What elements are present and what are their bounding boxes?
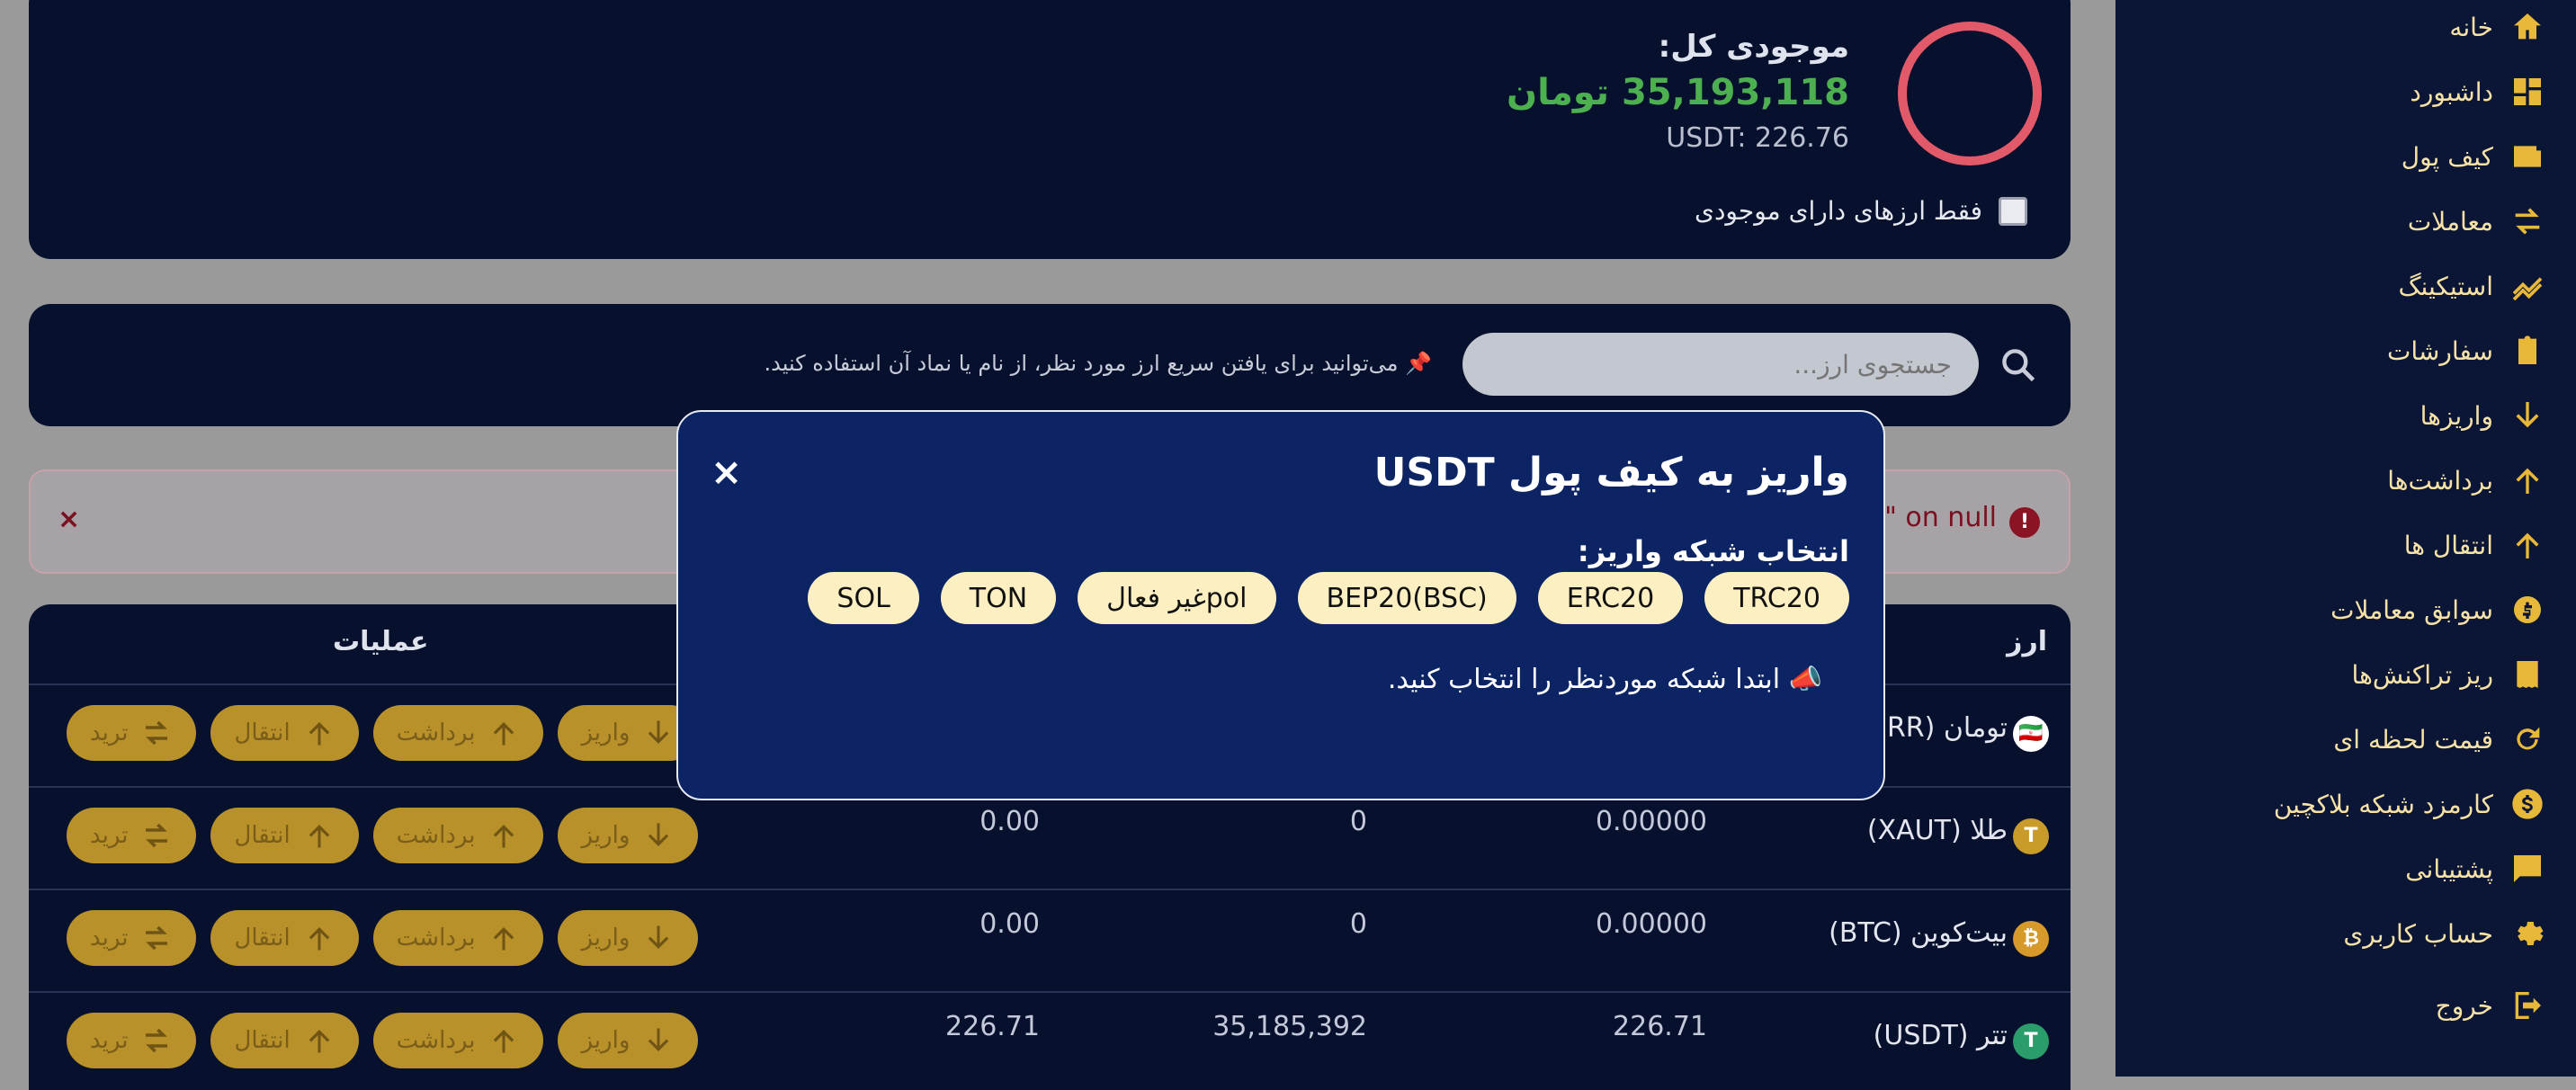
sidebar-item-label: خروج bbox=[2435, 990, 2493, 1021]
sidebar-item-label: خانه bbox=[2449, 12, 2493, 42]
sidebar-item-15[interactable]: خروج bbox=[2436, 980, 2545, 1031]
home-icon bbox=[2514, 13, 2541, 40]
sidebar-item-label: واریزها bbox=[2419, 400, 2493, 431]
logout-icon bbox=[2515, 992, 2541, 1019]
wallet-icon bbox=[2514, 146, 2541, 167]
clipboard-icon bbox=[2518, 335, 2536, 364]
sidebar-item-label: استیکینگ bbox=[2398, 271, 2493, 301]
arrow-up-icon bbox=[2516, 532, 2539, 558]
arrow-up-icon bbox=[2516, 468, 2539, 494]
sidebar-item-10[interactable]: ریز تراکنش‌ها bbox=[2352, 649, 2545, 700]
sidebar-item-0[interactable]: خانه bbox=[2449, 2, 2545, 52]
network-option[interactable]: BEP20(BSC) bbox=[1297, 572, 1516, 624]
sidebar-item-label: قیمت لحظه ای bbox=[2333, 724, 2493, 755]
sidebar-item-label: سوابق معاملات bbox=[2330, 594, 2493, 625]
main-content: موجودی کل: 35,193,118 تومان USDT: 226.76… bbox=[0, 0, 2096, 1090]
sidebar-item-label: معاملات bbox=[2407, 206, 2493, 237]
sidebar-item-12[interactable]: کارمزد شبکه بلاکچین bbox=[2274, 779, 2545, 829]
sidebar-item-label: داشبورد bbox=[2410, 76, 2493, 107]
deposit-modal: واریز به کیف پول USDT × انتخاب شبکه واری… bbox=[676, 410, 1885, 800]
sidebar-item-13[interactable]: پشتیبانی bbox=[2405, 844, 2545, 894]
network-label: انتخاب شبکه واریز: bbox=[1577, 534, 1849, 568]
sidebar-item-14[interactable]: حساب کاربری bbox=[2343, 908, 2545, 959]
gear-icon bbox=[2518, 922, 2544, 945]
sidebar-item-label: کارمزد شبکه بلاکچین bbox=[2273, 789, 2493, 819]
network-option[interactable]: TON bbox=[940, 572, 1057, 624]
swap-icon bbox=[2515, 208, 2540, 235]
sidebar-item-5[interactable]: سفارشات bbox=[2387, 326, 2545, 376]
network-options: TRC20 ERC20 BEP20(BSC) polغیر فعال TON SOL bbox=[808, 572, 1849, 624]
dashboard-icon bbox=[2514, 78, 2541, 105]
sidebar-item-8[interactable]: انتقال ها bbox=[2404, 520, 2545, 570]
sidebar-item-1[interactable]: داشبورد bbox=[2410, 67, 2545, 117]
sidebar-item-label: کیف پول bbox=[2401, 141, 2493, 172]
network-option[interactable]: TRC20 bbox=[1704, 572, 1849, 624]
arrow-down-icon bbox=[2516, 402, 2539, 428]
sidebar-item-11[interactable]: قیمت لحظه ای bbox=[2333, 714, 2545, 764]
trend-icon bbox=[2512, 277, 2543, 301]
sidebar-item-9[interactable]: سوابق معاملات bbox=[2330, 585, 2545, 635]
modal-hint: 📣 ابتدا شبکه موردنظر را انتخاب کنید. bbox=[1387, 664, 1822, 695]
sidebar-item-label: انتقال ها bbox=[2403, 530, 2493, 560]
sidebar-item-label: برداشت‌ها bbox=[2387, 465, 2493, 496]
sidebar-item-label: سفارشات bbox=[2386, 335, 2493, 366]
network-option[interactable]: SOL bbox=[808, 572, 919, 624]
sidebar-item-7[interactable]: برداشت‌ها bbox=[2387, 455, 2545, 505]
sidebar-item-label: حساب کاربری bbox=[2343, 918, 2493, 949]
sidebar-item-label: ریز تراکنش‌ها bbox=[2351, 659, 2493, 690]
chat-icon bbox=[2514, 855, 2541, 882]
sidebar-item-6[interactable]: واریزها bbox=[2420, 390, 2545, 441]
network-option[interactable]: polغیر فعال bbox=[1078, 572, 1276, 624]
network-option[interactable]: ERC20 bbox=[1537, 572, 1684, 624]
currency-exchange-icon bbox=[2513, 596, 2541, 623]
sidebar-item-4[interactable]: استیکینگ bbox=[2398, 261, 2545, 311]
sidebar: خانه داشبورد کیف پول معاملات استیکینگ سفارشات… bbox=[2115, 0, 2576, 1077]
sidebar-item-label: پشتیبانی bbox=[2405, 853, 2493, 884]
sidebar-item-3[interactable]: معاملات bbox=[2408, 196, 2545, 246]
receipt-icon bbox=[2517, 661, 2538, 688]
dollar-icon bbox=[2512, 789, 2543, 819]
refresh-icon bbox=[2517, 727, 2540, 750]
modal-close-button[interactable]: × bbox=[711, 450, 742, 494]
modal-title: واریز به کیف پول USDT bbox=[1373, 450, 1849, 496]
sidebar-item-2[interactable]: کیف پول bbox=[2402, 131, 2545, 182]
